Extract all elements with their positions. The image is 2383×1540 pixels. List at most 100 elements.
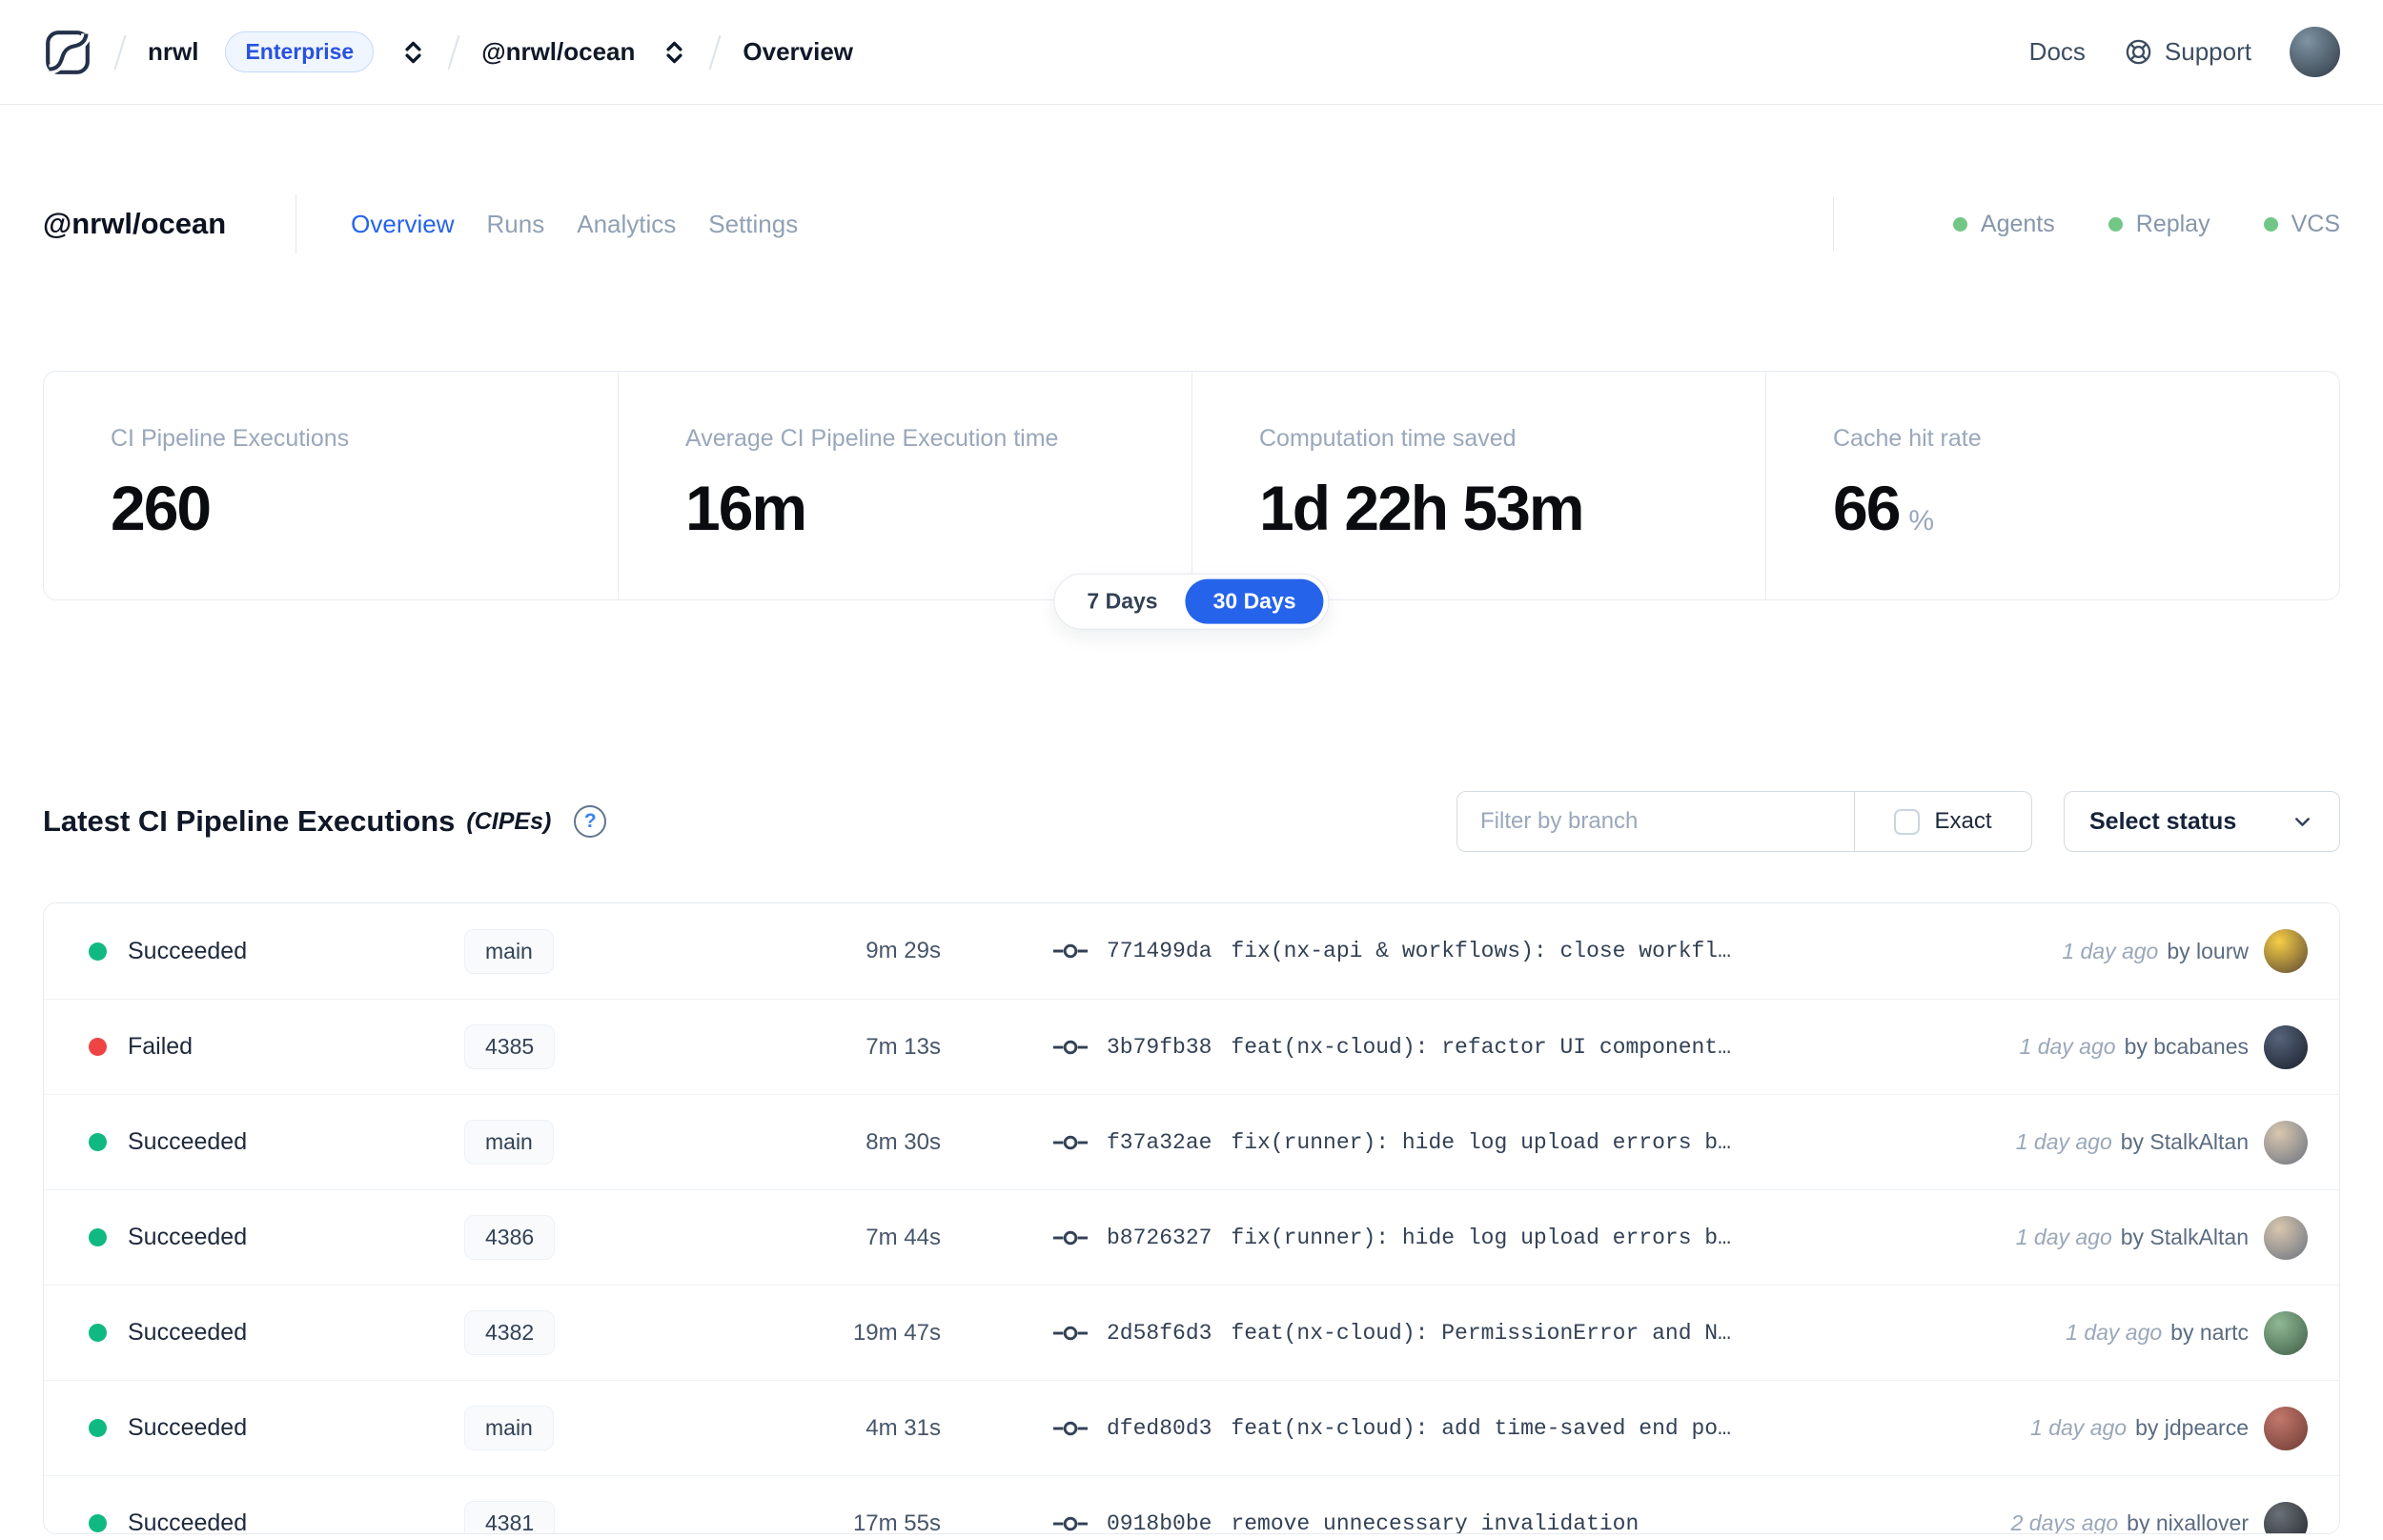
breadcrumb-org[interactable]: nrwl <box>148 37 198 67</box>
status-dot <box>89 1038 107 1056</box>
git-commit-icon <box>1053 1230 1088 1245</box>
commit-hash[interactable]: 0918b0be <box>1107 1511 1212 1534</box>
table-row[interactable]: Succeeded 4382 19m 47s 2d58f6d3 feat(nx-… <box>44 1285 2339 1380</box>
cipes-section-header: Latest CI Pipeline Executions (CIPEs) ? … <box>43 791 2340 852</box>
author: by lourw <box>2167 938 2249 963</box>
status-label: Succeeded <box>128 937 248 964</box>
breadcrumb-divider <box>708 34 722 70</box>
status-dot <box>89 1133 107 1151</box>
cipes-table: Succeeded main 9m 29s 771499da fix(nx-ap… <box>43 902 2340 1534</box>
commit-hash[interactable]: b8726327 <box>1107 1226 1212 1250</box>
duration: 9m 29s <box>866 938 941 963</box>
time-ago: 1 day ago <box>2062 938 2159 963</box>
header-divider <box>295 194 297 253</box>
exact-match-toggle[interactable]: Exact <box>1854 792 2031 851</box>
table-row[interactable]: Succeeded main 8m 30s f37a32ae fix(runne… <box>44 1094 2339 1189</box>
avatar <box>2264 1215 2308 1260</box>
status-label: Succeeded <box>128 1414 248 1441</box>
status-select[interactable]: Select status <box>2064 791 2340 852</box>
stat-value: 66 <box>1833 473 1901 543</box>
breadcrumb-workspace[interactable]: @nrwl/ocean <box>481 37 635 67</box>
tab-analytics[interactable]: Analytics <box>577 210 676 239</box>
breadcrumb-divider <box>113 34 127 70</box>
table-row[interactable]: Failed 4385 7m 13s 3b79fb38 feat(nx-clou… <box>44 999 2339 1094</box>
duration: 19m 47s <box>852 1319 941 1346</box>
branch-badge[interactable]: 4381 <box>464 1501 556 1533</box>
help-icon[interactable]: ? <box>574 805 607 838</box>
branch-badge[interactable]: main <box>464 1406 554 1450</box>
duration: 7m 13s <box>866 1033 941 1060</box>
tab-runs[interactable]: Runs <box>487 210 545 239</box>
duration: 17m 55s <box>852 1510 941 1534</box>
git-commit-icon <box>1053 1040 1088 1054</box>
commit-hash[interactable]: 2d58f6d3 <box>1107 1321 1212 1346</box>
status-select-label: Select status <box>2089 807 2237 835</box>
nx-cloud-logo-icon[interactable] <box>43 28 92 77</box>
user-avatar[interactable] <box>2290 27 2340 77</box>
docs-link[interactable]: Docs <box>2029 37 2086 67</box>
branch-badge[interactable]: 4386 <box>464 1215 556 1260</box>
table-row[interactable]: Succeeded 4381 17m 55s 0918b0be remove u… <box>44 1475 2339 1534</box>
author: by bcabanes <box>2124 1034 2249 1059</box>
exact-label: Exact <box>1934 808 1992 834</box>
avatar <box>2264 1310 2308 1355</box>
date-range-toggle: 7 Days 30 Days <box>1053 573 1330 630</box>
commit-message: feat(nx-cloud): refactor UI component… <box>1231 1034 1731 1060</box>
breadcrumb-divider <box>447 34 460 70</box>
stat-label: CI Pipeline Executions <box>111 425 350 452</box>
breadcrumb: nrwl Enterprise @nrwl/ocean Overview <box>43 28 853 77</box>
support-label: Support <box>2164 37 2251 66</box>
table-row[interactable]: Succeeded main 9m 29s 771499da fix(nx-ap… <box>44 903 2339 999</box>
commit-hash[interactable]: 3b79fb38 <box>1107 1035 1212 1060</box>
tab-settings[interactable]: Settings <box>708 210 798 239</box>
stat-card-time-saved: Computation time saved 1d 22h 53m <box>1192 372 1765 599</box>
avatar <box>2264 1024 2308 1069</box>
commit-hash[interactable]: 771499da <box>1107 939 1212 963</box>
chevron-down-icon <box>2295 817 2310 826</box>
branch-filter-input[interactable] <box>1457 792 1854 851</box>
status-dot <box>1952 216 1967 232</box>
range-7-days-button[interactable]: 7 Days <box>1059 579 1185 624</box>
commit-message: feat(nx-cloud): add time-saved end po… <box>1231 1415 1731 1441</box>
avatar <box>2264 1406 2308 1450</box>
table-row[interactable]: Succeeded 4386 7m 44s b8726327 fix(runne… <box>44 1189 2339 1285</box>
breadcrumb-page: Overview <box>743 37 854 66</box>
table-row[interactable]: Succeeded main 4m 31s dfed80d3 feat(nx-c… <box>44 1380 2339 1475</box>
author: by nixallover <box>2127 1510 2249 1534</box>
avatar <box>2264 1120 2308 1165</box>
workspace-header: @nrwl/ocean Overview Runs Analytics Sett… <box>43 194 2340 253</box>
avatar <box>2264 929 2308 973</box>
stat-label: Cache hit rate <box>1833 425 1982 452</box>
commit-hash[interactable]: f37a32ae <box>1107 1130 1212 1155</box>
status-dot <box>89 1514 107 1532</box>
branch-badge[interactable]: 4385 <box>464 1024 556 1069</box>
workspace-title: @nrwl/ocean <box>43 207 227 240</box>
status-agents: Agents <box>1952 211 2055 238</box>
range-30-days-button[interactable]: 30 Days <box>1185 578 1324 624</box>
status-dot <box>89 1419 107 1437</box>
tab-overview[interactable]: Overview <box>351 210 454 239</box>
status-replay: Replay <box>2108 211 2210 238</box>
status-label: Failed <box>128 1033 193 1060</box>
header-divider <box>1832 197 1834 251</box>
branch-badge[interactable]: 4382 <box>464 1310 556 1355</box>
org-switcher-chevron-icon[interactable] <box>400 37 426 68</box>
stat-card-avg-time: Average CI Pipeline Execution time 16m <box>618 372 1192 599</box>
status-label: Succeeded <box>128 1224 248 1250</box>
exact-checkbox[interactable] <box>1894 808 1921 835</box>
workspace-switcher-chevron-icon[interactable] <box>662 37 687 68</box>
stat-suffix: % <box>1908 505 1935 537</box>
status-dot <box>89 1228 107 1246</box>
stats-cards: CI Pipeline Executions 260 Average CI Pi… <box>43 371 2340 600</box>
branch-badge[interactable]: main <box>464 928 554 974</box>
enterprise-badge: Enterprise <box>225 31 375 72</box>
stat-value: 1d 22h 53m <box>1259 473 1585 543</box>
git-commit-icon <box>1053 1421 1088 1435</box>
git-commit-icon <box>1053 943 1088 959</box>
status-label: Succeeded <box>128 1510 248 1534</box>
commit-message: fix(nx-api & workflows): close workfl… <box>1231 939 1731 963</box>
branch-badge[interactable]: main <box>464 1120 554 1165</box>
commit-hash[interactable]: dfed80d3 <box>1107 1416 1212 1441</box>
time-ago: 1 day ago <box>2015 1129 2112 1154</box>
support-link[interactable]: Support <box>2124 37 2251 67</box>
